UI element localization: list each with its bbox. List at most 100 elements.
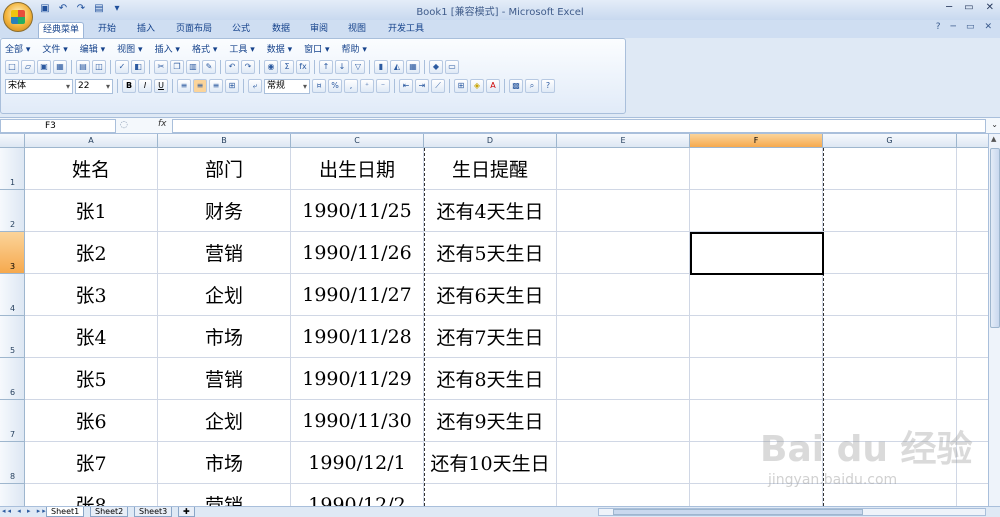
menu-file[interactable]: 文件 ▾ <box>42 42 67 56</box>
underline-button[interactable]: U <box>154 79 168 93</box>
menu-data[interactable]: 数据 ▾ <box>267 42 292 56</box>
filter-icon[interactable]: ▽ <box>351 60 365 74</box>
cell-c2[interactable]: 1990/11/25 <box>291 190 424 232</box>
tab-classic-menu[interactable]: 经典菜单 <box>38 22 85 38</box>
cell-e6[interactable] <box>557 358 690 400</box>
menu-format[interactable]: 格式 ▾ <box>192 42 217 56</box>
column-header-e[interactable]: E <box>557 134 690 148</box>
scroll-up-icon[interactable]: ▲ <box>991 135 996 143</box>
sort-descending-icon[interactable]: ↓ <box>335 60 349 74</box>
new-icon[interactable]: □ <box>5 60 19 74</box>
column-header-g[interactable]: G <box>823 134 957 148</box>
zoom-icon[interactable]: ◆ <box>429 60 443 74</box>
row-header-5[interactable]: 5 <box>0 316 25 358</box>
cell-f4[interactable] <box>690 274 823 316</box>
cell-f2[interactable] <box>690 190 823 232</box>
print-preview-icon[interactable]: ◫ <box>92 60 106 74</box>
row-header-4[interactable]: 4 <box>0 274 25 316</box>
cell-g3[interactable] <box>823 232 957 274</box>
borders-icon[interactable]: ⊞ <box>454 79 468 93</box>
cell-partial[interactable] <box>957 316 988 358</box>
cell-e8[interactable] <box>557 442 690 484</box>
row-header-7[interactable]: 7 <box>0 400 25 442</box>
bold-button[interactable]: B <box>122 79 136 93</box>
cell-b4[interactable]: 企划 <box>158 274 291 316</box>
increase-indent-icon[interactable]: ⇥ <box>415 79 429 93</box>
insert-function-icon[interactable]: fx <box>158 119 167 129</box>
cell-c1[interactable]: 出生日期 <box>291 148 424 190</box>
menu-edit[interactable]: 编辑 ▾ <box>80 42 105 56</box>
cell-a3[interactable]: 张2 <box>25 232 158 274</box>
cell-g1[interactable] <box>823 148 957 190</box>
cell-e1[interactable] <box>557 148 690 190</box>
align-left-icon[interactable]: ≡ <box>177 79 191 93</box>
permission-icon[interactable]: ▦ <box>53 60 67 74</box>
cell-a5[interactable]: 张4 <box>25 316 158 358</box>
help-icon[interactable]: ? <box>936 22 941 32</box>
menu-window[interactable]: 窗口 ▾ <box>304 42 329 56</box>
chart-icon[interactable]: ▮ <box>374 60 388 74</box>
cell-b3[interactable]: 营销 <box>158 232 291 274</box>
cell-d7[interactable]: 还有9天生日 <box>424 400 557 442</box>
cell-a1[interactable]: 姓名 <box>25 148 158 190</box>
maximize-button[interactable]: ▭ <box>964 2 973 13</box>
paste-icon[interactable]: ▥ <box>186 60 200 74</box>
currency-icon[interactable]: ¤ <box>312 79 326 93</box>
orientation-icon[interactable]: ⟋ <box>431 79 445 93</box>
insert-function-icon[interactable]: fx <box>296 60 310 74</box>
cell-a7[interactable]: 张6 <box>25 400 158 442</box>
cell-f5[interactable] <box>690 316 823 358</box>
cell-b1[interactable]: 部门 <box>158 148 291 190</box>
copy-icon[interactable]: ❐ <box>170 60 184 74</box>
cell-partial[interactable] <box>957 484 988 506</box>
percent-button[interactable]: % <box>328 79 342 93</box>
font-name-select[interactable]: 宋体 <box>5 78 73 94</box>
cell-partial[interactable] <box>957 190 988 232</box>
table-icon[interactable]: ▦ <box>406 60 420 74</box>
row-header-9[interactable] <box>0 484 25 506</box>
formula-input[interactable] <box>172 119 986 133</box>
office-button[interactable] <box>3 2 33 32</box>
cell-c7[interactable]: 1990/11/30 <box>291 400 424 442</box>
menu-insert[interactable]: 插入 ▾ <box>155 42 180 56</box>
cell-g6[interactable] <box>823 358 957 400</box>
column-header-f[interactable]: F <box>690 134 823 148</box>
increase-decimal-icon[interactable]: ⁺ <box>360 79 374 93</box>
folder-icon[interactable]: ▭ <box>445 60 459 74</box>
cell-e3[interactable] <box>557 232 690 274</box>
cell-e9[interactable] <box>557 484 690 506</box>
minimize-button[interactable]: ─ <box>946 2 952 13</box>
workbook-minimize-icon[interactable]: ─ <box>951 22 956 32</box>
menu-all[interactable]: 全部 ▾ <box>5 42 30 56</box>
cell-b6[interactable]: 营销 <box>158 358 291 400</box>
expand-formula-icon[interactable]: ⌄ <box>991 120 998 129</box>
close-button[interactable]: ✕ <box>986 2 994 13</box>
name-box[interactable]: F3 <box>0 119 116 133</box>
column-header-d[interactable]: D <box>424 134 557 148</box>
spelling-icon[interactable]: ✓ <box>115 60 129 74</box>
print-icon[interactable]: ▤ <box>76 60 90 74</box>
tab-page-layout[interactable]: 页面布局 <box>172 22 216 38</box>
vertical-scrollbar[interactable]: ▲ <box>988 134 1000 506</box>
cell-d5[interactable]: 还有7天生日 <box>424 316 557 358</box>
undo-icon[interactable]: ↶ <box>225 60 239 74</box>
cell-partial[interactable] <box>957 232 988 274</box>
column-header-b[interactable]: B <box>158 134 291 148</box>
cell-c8[interactable]: 1990/12/1 <box>291 442 424 484</box>
cell-d2[interactable]: 还有4天生日 <box>424 190 557 232</box>
cell-d9[interactable] <box>424 484 557 506</box>
cell-d8[interactable]: 还有10天生日 <box>424 442 557 484</box>
vertical-scroll-thumb[interactable] <box>990 148 1000 328</box>
row-header-1[interactable]: 1 <box>0 148 25 190</box>
redo-icon[interactable]: ↷ <box>241 60 255 74</box>
cell-c3[interactable]: 1990/11/26 <box>291 232 424 274</box>
find-icon[interactable]: ⌕ <box>525 79 539 93</box>
cell-c6[interactable]: 1990/11/29 <box>291 358 424 400</box>
row-header-2[interactable]: 2 <box>0 190 25 232</box>
active-cell-selection[interactable] <box>690 232 824 275</box>
tab-data[interactable]: 数据 <box>268 22 294 38</box>
cell-f6[interactable] <box>690 358 823 400</box>
align-center-icon[interactable]: ≡ <box>193 79 207 93</box>
tab-insert[interactable]: 插入 <box>133 22 159 38</box>
cell-e7[interactable] <box>557 400 690 442</box>
